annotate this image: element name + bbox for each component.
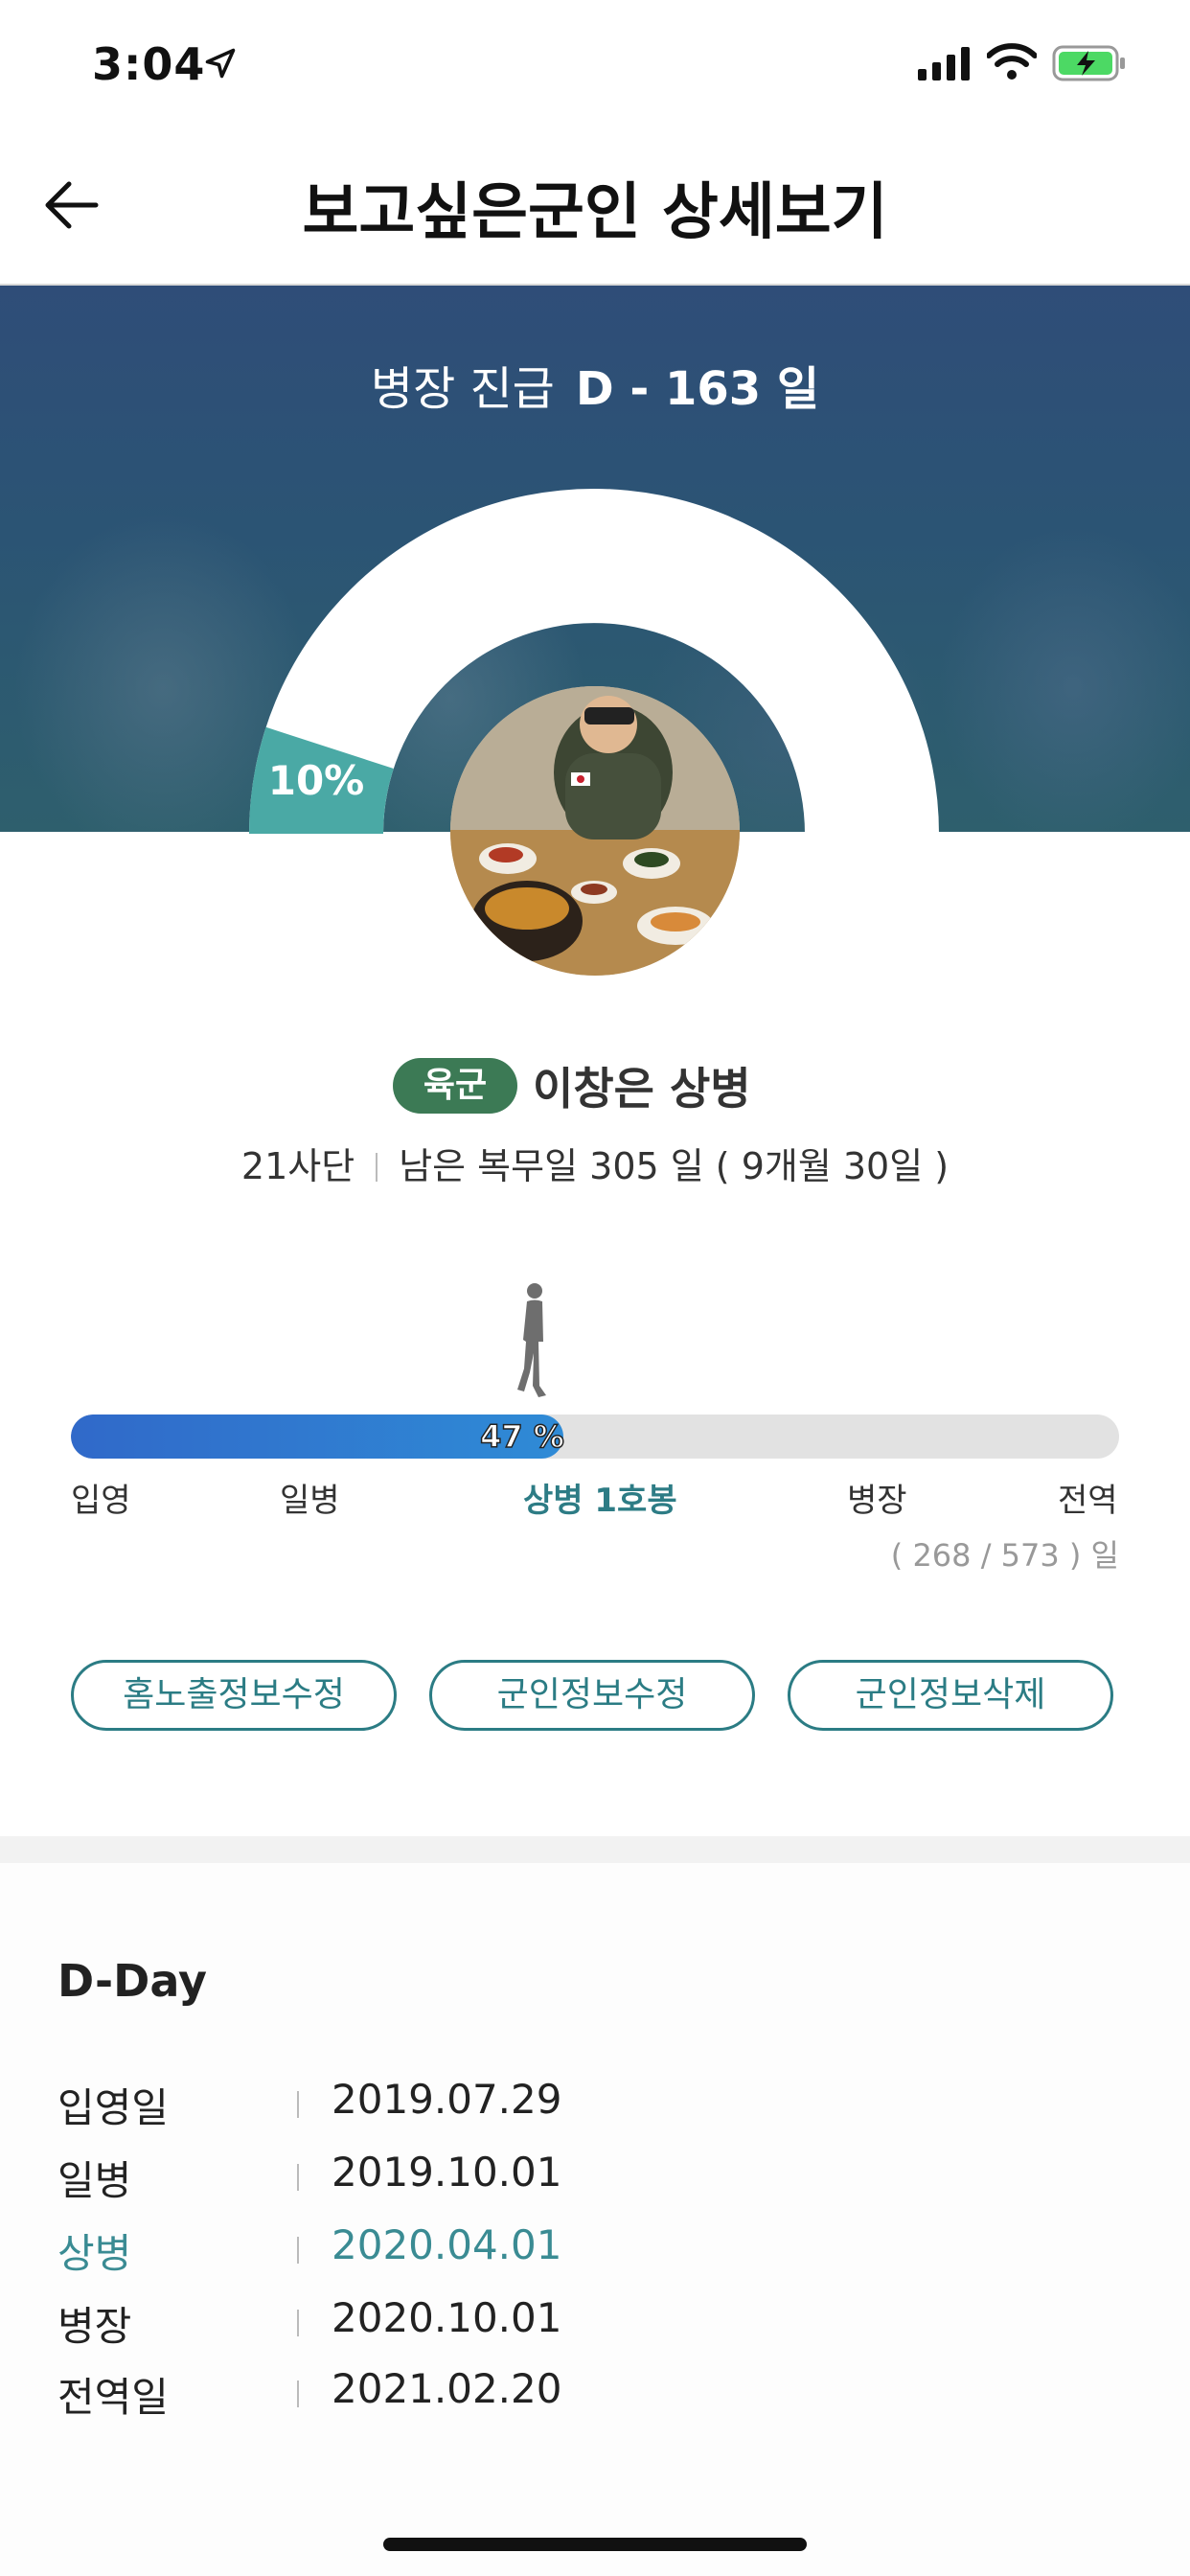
dday-row-separator [297,2237,299,2264]
dday-row-date: 2019.10.01 [332,2149,562,2196]
rank-sergeant: 병장 [847,1482,907,1520]
dday-row-pfc: 일병 2019.10.01 [57,2149,728,2206]
signal-icon [918,47,970,80]
branch-badge: 육군 [393,1058,517,1114]
served-days-count: ( 268 / 573 ) 일 [890,1537,1119,1574]
home-indicator[interactable] [383,2538,807,2551]
rank-corporal-current: 상병 1호봉 [523,1482,677,1520]
service-progress-percent: 47 % [479,1417,564,1456]
dday-row-corporal: 상병 2020.04.01 [57,2221,728,2279]
dday-row-enlist: 입영일 2019.07.29 [57,2076,728,2133]
dday-row-date: 2020.10.01 [332,2294,562,2341]
page-title: 보고싶은군인 상세보기 [302,177,888,248]
promotion-label: 병장 진급 [370,362,555,416]
rank-enlist: 입영 [71,1482,131,1520]
dday-row-date: 2020.04.01 [332,2221,562,2268]
dday-row-label: 일병 [57,2157,132,2204]
dday-row-date: 2021.02.20 [332,2365,562,2412]
unit-label: 21사단 [240,1145,355,1187]
walking-soldier-icon [517,1283,546,1397]
dday-row-separator [297,2091,299,2118]
rank-private-first-class: 일병 [280,1482,340,1520]
dday-row-sergeant: 병장 2020.10.01 [57,2294,728,2352]
dday-row-separator [297,2380,299,2407]
soldier-name-rank: 이창은 상병 [533,1063,751,1115]
promotion-dday: D - 163 일 [575,362,820,416]
battery-charging-icon [1052,45,1125,81]
dday-row-separator [297,2164,299,2191]
dday-row-separator [297,2310,299,2336]
service-info: 21사단 남은 복무일 305 일 ( 9개월 30일 ) [0,1137,1190,1189]
section-divider [0,1836,1190,1863]
rank-discharge: 전역 [1058,1482,1118,1520]
remaining-days: 남은 복무일 305 일 ( 9개월 30일 ) [399,1145,950,1187]
gauge-percent: 10% [267,757,365,804]
wifi-icon [987,43,1037,80]
edit-home-info-button[interactable]: 홈노출정보수정 [71,1660,397,1731]
dday-row-label: 상병 [57,2230,132,2277]
soldier-avatar[interactable] [450,686,740,976]
dday-row-label: 병장 [57,2303,132,2350]
dday-row-date: 2019.07.29 [332,2076,562,2123]
delete-soldier-info-button[interactable]: 군인정보삭제 [788,1660,1113,1731]
info-separator [376,1153,378,1182]
dday-title: D-Day [57,1955,207,2007]
dday-row-label: 입영일 [57,2084,169,2131]
status-time: 3:04 [92,38,206,90]
service-progress-bar [71,1414,1119,1459]
dday-row-label: 전역일 [57,2374,169,2421]
promotion-countdown: 병장 진급 D - 163 일 [0,351,1190,418]
location-arrow-icon [205,48,236,79]
dday-row-discharge: 전역일 2021.02.20 [57,2365,728,2423]
edit-soldier-info-button[interactable]: 군인정보수정 [429,1660,755,1731]
